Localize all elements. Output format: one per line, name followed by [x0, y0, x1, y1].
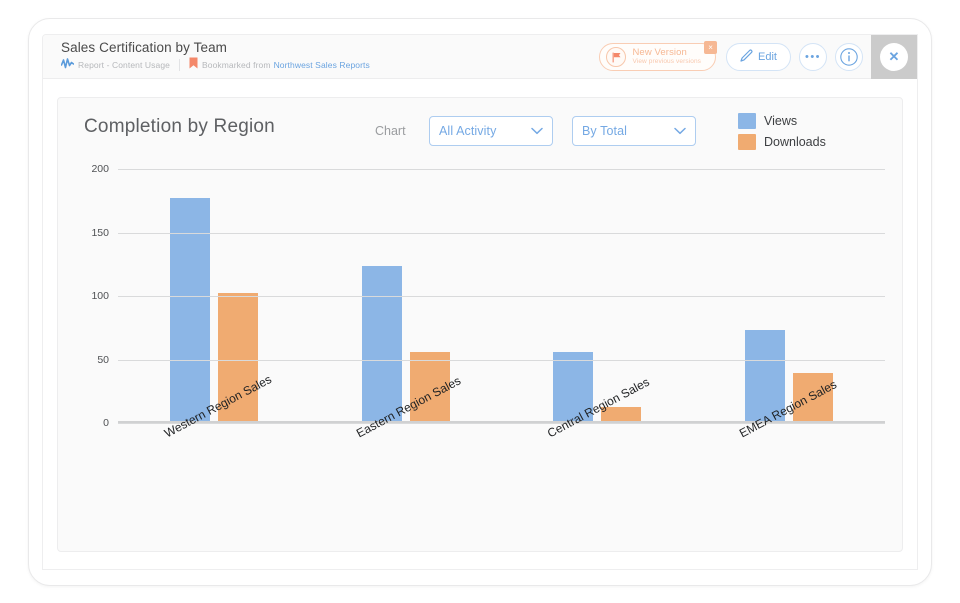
activity-filter-value: All Activity	[439, 124, 531, 138]
y-axis-tick-label: 200	[91, 163, 109, 175]
header-actions: New Version View previous versions × Edi…	[599, 35, 917, 79]
new-version-title: New Version	[632, 48, 701, 58]
breadcrumb-divider	[179, 59, 180, 71]
legend-item-downloads[interactable]: Downloads	[738, 131, 826, 152]
chevron-down-icon	[531, 122, 543, 140]
gridline: 100	[118, 296, 885, 297]
gridline: 200	[118, 169, 885, 170]
breadcrumb: Report - Content Usage Bookmarked from N…	[61, 58, 370, 72]
chart-title: Completion by Region	[84, 116, 275, 138]
chart-type-label: Chart	[375, 124, 406, 138]
legend-swatch-icon	[738, 113, 756, 129]
close-window-button[interactable]: ✕	[871, 35, 917, 79]
y-axis-tick-label: 0	[103, 417, 109, 429]
aggregation-value: By Total	[582, 124, 674, 138]
info-button[interactable]	[835, 43, 863, 71]
chart-plot: 0 50 100 150 200 Western Region SalesEastern…	[58, 160, 902, 570]
header-title-group: Sales Certification by Team Report - Con…	[61, 40, 370, 72]
close-icon: ✕	[880, 43, 908, 71]
pencil-icon	[740, 49, 753, 65]
legend-item-views[interactable]: Views	[738, 110, 826, 131]
report-window: Sales Certification by Team Report - Con…	[42, 34, 918, 570]
bookmarked-from-label: Bookmarked from	[202, 60, 271, 70]
window-body: Completion by Region Chart All Activity …	[43, 79, 917, 570]
bar-views-1[interactable]	[362, 266, 402, 423]
edit-button-label: Edit	[758, 51, 777, 63]
new-version-badge[interactable]: New Version View previous versions ×	[599, 43, 716, 71]
chart-legend: Views Downloads	[738, 110, 826, 152]
aggregation-select[interactable]: By Total	[572, 116, 696, 146]
page-title: Sales Certification by Team	[61, 40, 370, 55]
y-axis-tick-label: 100	[91, 290, 109, 302]
activity-chart-icon	[61, 56, 74, 74]
legend-label: Views	[764, 114, 797, 128]
y-axis-tick-label: 150	[91, 227, 109, 239]
info-icon	[839, 47, 859, 67]
more-options-button[interactable]: •••	[799, 43, 827, 71]
window-header: Sales Certification by Team Report - Con…	[43, 35, 917, 79]
chevron-down-icon	[674, 122, 686, 140]
bookmark-icon	[189, 56, 198, 74]
plot-area: 050100150200	[118, 169, 885, 423]
report-type-label: Report - Content Usage	[78, 60, 170, 70]
legend-swatch-icon	[738, 134, 756, 150]
new-version-subtitle: View previous versions	[632, 59, 701, 66]
gridline: 150	[118, 233, 885, 234]
bookmark-source-link[interactable]: Northwest Sales Reports	[274, 60, 370, 70]
chart-card: Completion by Region Chart All Activity …	[57, 97, 903, 552]
x-axis-labels: Western Region SalesEastern Region Sales…	[118, 428, 885, 548]
dismiss-new-version-icon[interactable]: ×	[704, 41, 717, 54]
edit-button[interactable]: Edit	[726, 43, 791, 71]
activity-filter-select[interactable]: All Activity	[429, 116, 553, 146]
flag-icon	[606, 47, 626, 67]
gridline: 50	[118, 360, 885, 361]
chart-toolbar: Completion by Region Chart All Activity …	[58, 98, 902, 160]
legend-label: Downloads	[764, 135, 826, 149]
y-axis-tick-label: 50	[97, 354, 109, 366]
ellipsis-icon: •••	[805, 52, 821, 63]
